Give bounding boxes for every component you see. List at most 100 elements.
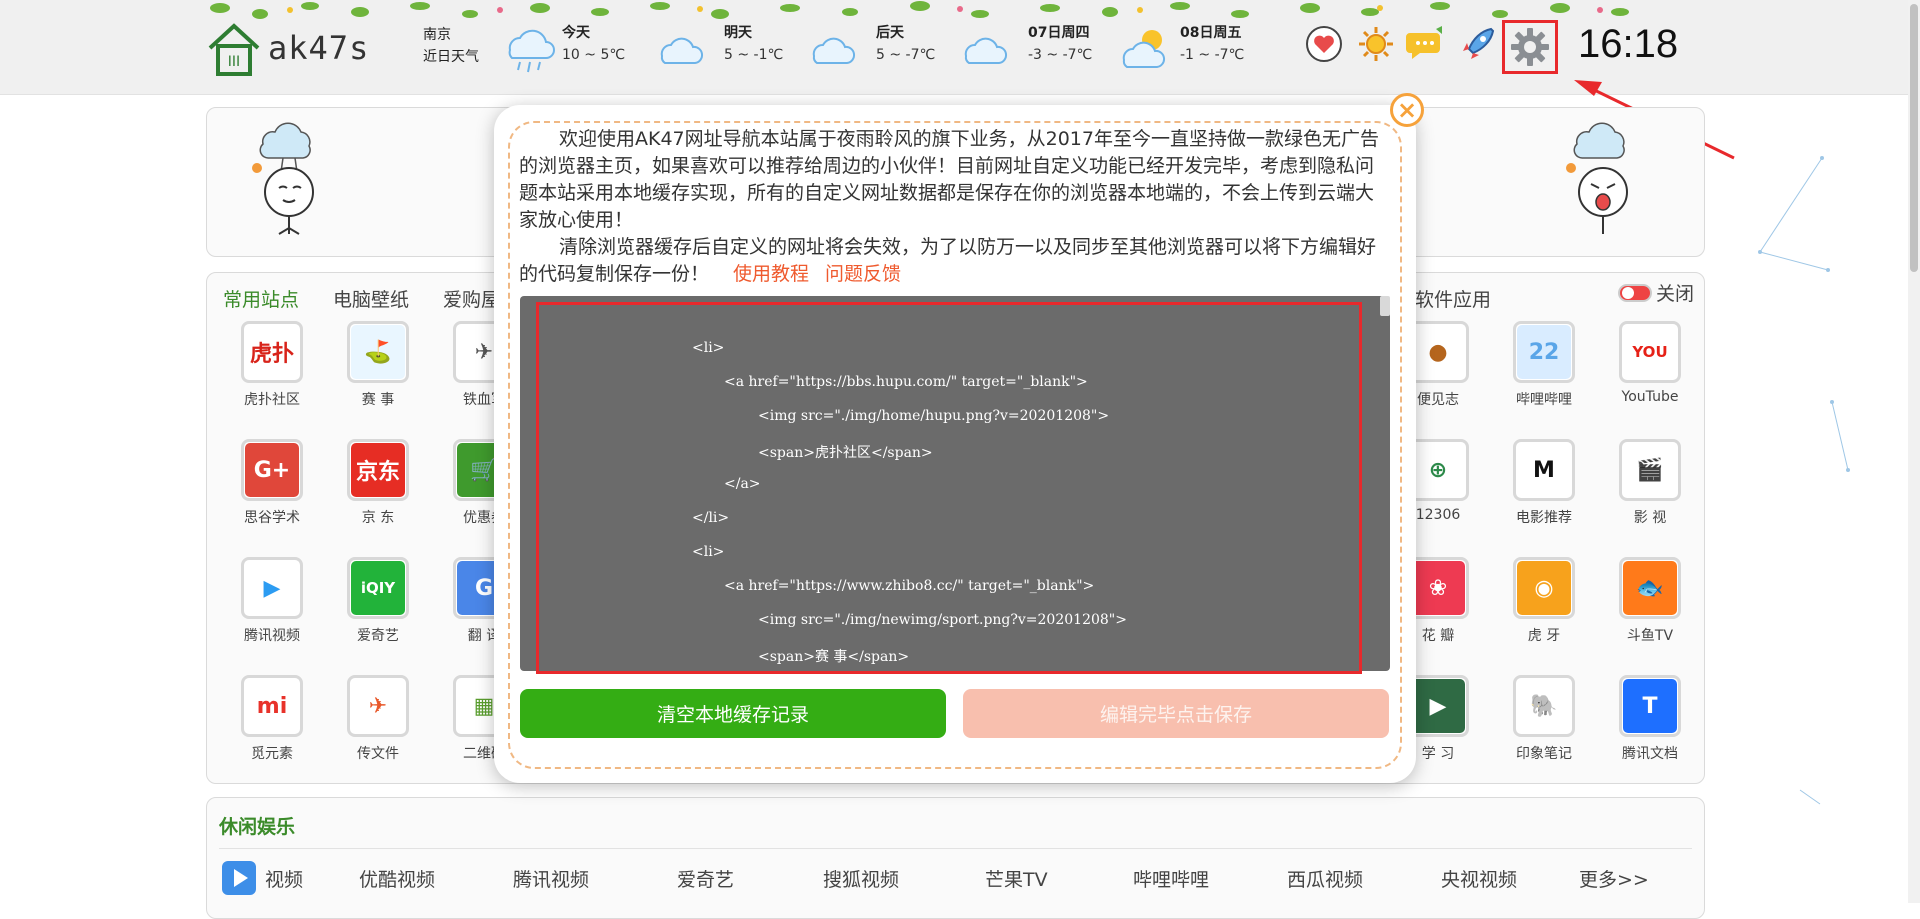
weather-day: 08日周五 <box>1180 25 1242 41</box>
more-link[interactable]: 更多>> <box>1579 865 1649 892</box>
site-item[interactable]: iQIY 爱奇艺 <box>333 557 423 645</box>
site-icon-glyph: 🎬 <box>1623 443 1677 497</box>
weather-day: 后天 <box>876 25 904 41</box>
doodle-character-right <box>1566 122 1628 234</box>
tab-common-sites[interactable]: 常用站点 <box>223 285 299 312</box>
rain-cloud-icon <box>508 29 555 73</box>
leisure-video[interactable]: 视频 <box>221 860 303 896</box>
site-icon: YOU <box>1619 321 1681 383</box>
feedback-link[interactable]: 问题反馈 <box>825 263 901 285</box>
site-item[interactable]: YOU YouTube <box>1605 321 1695 405</box>
code-line: <a href="https://www.zhibo8.cc/" target=… <box>724 578 1095 594</box>
site-item[interactable]: 22 哔哩哔哩 <box>1499 321 1589 409</box>
weather-city[interactable]: 南京 近日天气 <box>423 24 479 68</box>
site-item[interactable]: G+ 思谷学术 <box>227 439 317 527</box>
leisure-item[interactable]: 腾讯视频 <box>513 865 589 892</box>
site-item[interactable]: 🐟 斗鱼TV <box>1605 557 1695 645</box>
scrollbar-thumb[interactable] <box>1910 4 1918 272</box>
leisure-item[interactable]: 西瓜视频 <box>1287 865 1363 892</box>
chat-bubble-icon <box>1406 26 1442 59</box>
page-scrollbar[interactable] <box>1908 0 1920 903</box>
tab-shopping[interactable]: 爱购屋 <box>443 285 500 312</box>
site-label: 思谷学术 <box>244 510 300 526</box>
leisure-item[interactable]: 优酷视频 <box>359 865 435 892</box>
site-item[interactable]: 🎬 影 视 <box>1605 439 1695 527</box>
tab-software[interactable]: 软件应用 <box>1415 285 1491 312</box>
site-label: 哔哩哔哩 <box>1516 392 1572 408</box>
site-item[interactable]: ▶ 腾讯视频 <box>227 557 317 645</box>
site-label: 虎扑社区 <box>244 392 300 408</box>
tab-wallpaper[interactable]: 电脑壁纸 <box>333 285 409 312</box>
theme-sun-button[interactable] <box>1356 24 1396 64</box>
site-icon-glyph: ⛳ <box>351 325 405 379</box>
leisure-item[interactable]: 央视视频 <box>1441 865 1517 892</box>
favorite-heart-button[interactable] <box>1304 24 1344 64</box>
intro-paragraph-2: 清除浏览器缓存后自定义的网址将会失效，为了以防万一以及同步至其他浏览器可以将下方… <box>519 234 1381 288</box>
cloud-icon <box>812 37 856 64</box>
site-icon: 虎扑 <box>241 321 303 383</box>
site-icon-glyph: YOU <box>1623 325 1677 379</box>
weather-temp: 10 ~ 5℃ <box>562 47 626 63</box>
site-icon: ▶ <box>241 557 303 619</box>
leisure-item[interactable]: 哔哩哔哩 <box>1133 865 1209 892</box>
settings-button[interactable] <box>1502 20 1558 74</box>
save-button[interactable]: 编辑完毕点击保存 <box>963 689 1389 738</box>
toggle-switch[interactable] <box>1617 283 1652 302</box>
site-icon-glyph: ⊕ <box>1411 443 1465 497</box>
weather-temp: -3 ~ -7℃ <box>1028 47 1093 63</box>
site-label: 腾讯文档 <box>1622 746 1678 762</box>
site-icon: 京东 <box>347 439 409 501</box>
close-icon: × <box>1396 96 1418 124</box>
site-icon-glyph: 22 <box>1517 325 1571 379</box>
site-item[interactable]: ◉ 虎 牙 <box>1499 557 1589 645</box>
leisure-item[interactable]: 爱奇艺 <box>677 865 734 892</box>
leisure-item[interactable]: 芒果TV <box>985 865 1048 892</box>
weather-day-after: 后天 5 ~ -7℃ <box>806 22 935 74</box>
site-item[interactable]: ⛳ 赛 事 <box>333 321 423 409</box>
cloud-icon <box>660 37 704 64</box>
site-icon: 🐟 <box>1619 557 1681 619</box>
sun-icon <box>1359 27 1393 61</box>
clear-cache-button[interactable]: 清空本地缓存记录 <box>520 689 946 738</box>
site-item[interactable]: 京东京 东 <box>333 439 423 527</box>
gear-icon <box>1511 28 1549 66</box>
site-label: 爱奇艺 <box>357 628 399 644</box>
site-icon: 🐘 <box>1513 675 1575 737</box>
message-button[interactable] <box>1406 24 1446 64</box>
site-label: 京 东 <box>361 510 395 526</box>
site-icon: ❀ <box>1407 557 1469 619</box>
site-icon-glyph: ❀ <box>1411 561 1465 615</box>
site-icon-glyph: mi <box>245 679 299 733</box>
site-icon-glyph: 京东 <box>351 443 405 497</box>
svg-text:III: III <box>228 54 240 70</box>
site-icon-glyph: iQIY <box>351 561 405 615</box>
site-icon: ✈ <box>347 675 409 737</box>
site-item[interactable]: 🐘 印象笔记 <box>1499 675 1589 763</box>
site-icon: G+ <box>241 439 303 501</box>
site-label: YouTube <box>1621 389 1679 405</box>
leisure-item[interactable]: 搜狐视频 <box>823 865 899 892</box>
site-item[interactable]: T 腾讯文档 <box>1605 675 1695 763</box>
code-scrollbar[interactable] <box>1380 296 1390 316</box>
site-icon: ⊕ <box>1407 439 1469 501</box>
site-icon: 🎬 <box>1619 439 1681 501</box>
site-icon-glyph: 🐟 <box>1623 561 1677 615</box>
weather-temp: 5 ~ -7℃ <box>876 47 936 63</box>
tutorial-link[interactable]: 使用教程 <box>733 263 809 285</box>
site-item[interactable]: mi 觅元素 <box>227 675 317 763</box>
site-icon-glyph: G+ <box>245 443 299 497</box>
site-logo[interactable]: III ak47s <box>206 18 391 78</box>
rocket-button[interactable] <box>1458 24 1498 64</box>
site-label: 印象笔记 <box>1516 746 1572 762</box>
weather-thursday: 07日周四 -3 ~ -7℃ <box>958 22 1092 74</box>
code-line: <img src="./img/newimg/sport.png?v=20201… <box>758 612 1127 628</box>
weather-day: 07日周四 <box>1028 25 1090 41</box>
close-dialog-button[interactable]: × <box>1390 93 1424 127</box>
code-line: <li> <box>692 544 725 560</box>
close-toggle[interactable]: 关闭 <box>1617 279 1694 306</box>
site-item[interactable]: 虎扑 虎扑社区 <box>227 321 317 409</box>
divider <box>219 848 1692 849</box>
site-item[interactable]: M 电影推荐 <box>1499 439 1589 527</box>
city-subtitle: 近日天气 <box>423 49 479 65</box>
site-item[interactable]: ✈ 传文件 <box>333 675 423 763</box>
